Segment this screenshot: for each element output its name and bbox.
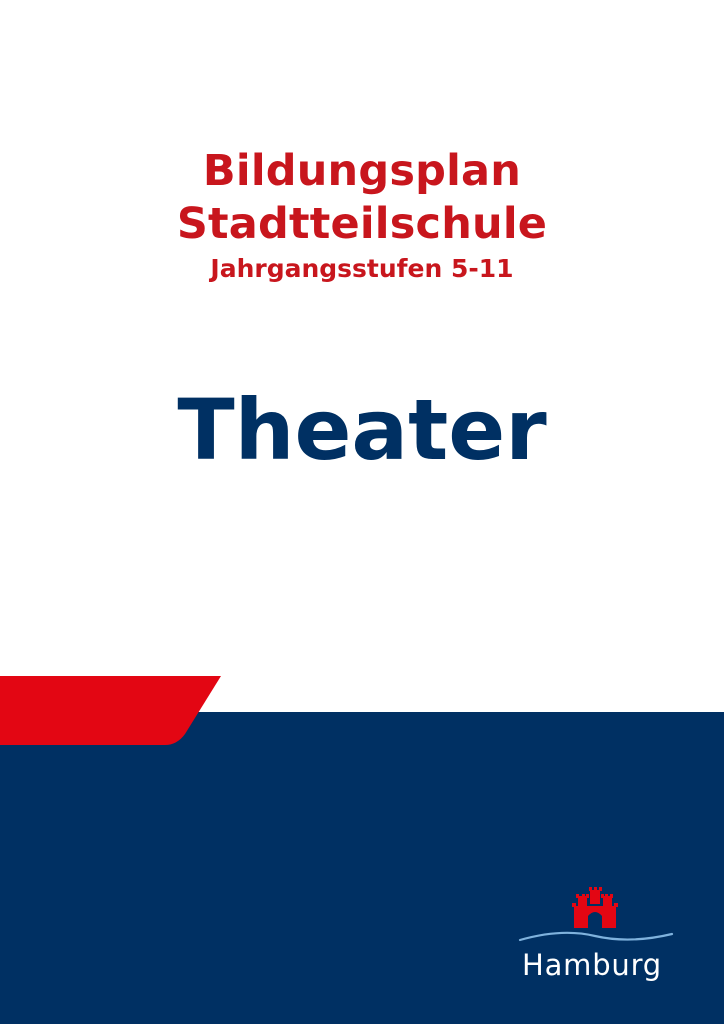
hamburg-castle-coat-of-arms-icon	[518, 887, 674, 942]
title-block: Bildungsplan Stadtteilschule Jahrgangsst…	[0, 146, 724, 283]
logo-wordmark: Hamburg	[521, 948, 663, 982]
title-line-1: Bildungsplan	[202, 146, 522, 196]
subtitle: Jahrgangsstufen 5-11	[210, 254, 514, 283]
title-line-2: Stadtteilschule	[176, 199, 548, 249]
hamburg-logo: Hamburg	[512, 886, 682, 996]
subject-title: Theater	[177, 381, 547, 479]
cover-page: Bildungsplan Stadtteilschule Jahrgangsst…	[0, 0, 724, 1024]
water-wave	[518, 931, 674, 942]
